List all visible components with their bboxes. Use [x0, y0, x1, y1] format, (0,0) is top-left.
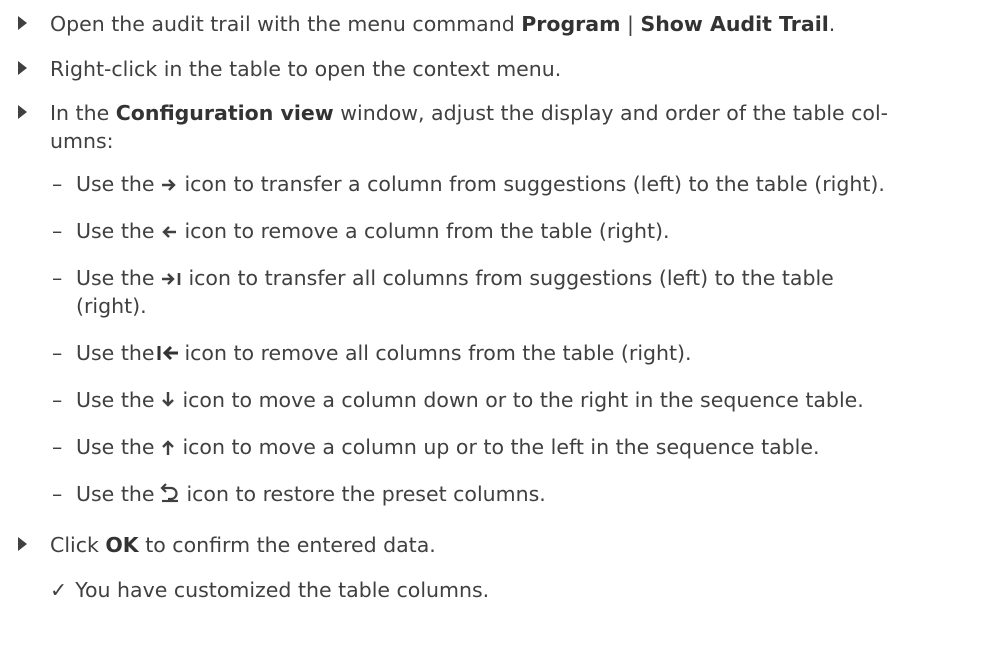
step-text: Right-click in the table to open the con… [50, 57, 562, 81]
substep-pre: Use the [76, 482, 155, 506]
substep-pre: Use the [76, 388, 155, 412]
arrow-right-icon [160, 177, 178, 193]
substep-pre: Use the [76, 219, 155, 243]
dash-marker: – [52, 341, 63, 365]
configuration-view-label: Configuration view [115, 101, 334, 125]
menu-program: Program [521, 12, 621, 36]
substep-pre: Use the [76, 435, 155, 459]
checkmark-icon: ✓ [50, 578, 68, 602]
arrow-right-bar-icon [160, 271, 182, 287]
dash-marker: – [52, 435, 63, 459]
substep-pre: Use the [76, 172, 155, 196]
step-text-pre: In the [50, 101, 116, 125]
arrow-left-icon [160, 224, 178, 240]
result-line: ✓ You have customized the table columns. [50, 576, 985, 604]
step-text-post: to confirm the entered data. [138, 533, 436, 557]
substep-post: icon to transfer all columns from sugges… [188, 266, 834, 290]
arrow-up-icon [160, 438, 176, 456]
substep-post: icon to transfer a column from suggestio… [184, 172, 885, 196]
ok-label: OK [105, 533, 139, 557]
dash-marker: – [52, 266, 63, 290]
substep-post: icon to move a column up or to the left … [182, 435, 820, 459]
dash-marker: – [52, 388, 63, 412]
dash-marker: – [52, 219, 63, 243]
menu-show-audit-trail: Show Audit Trail [640, 12, 829, 36]
dash-marker: – [52, 172, 63, 196]
step-text-post: window, adjust the display and order of … [333, 101, 889, 125]
step-text-post: . [828, 12, 836, 36]
substep-post: icon to remove a column from the table (… [184, 219, 670, 243]
substep-text: Use the icon to remove all columns from t… [76, 339, 987, 367]
substep-line2: (right). [76, 294, 147, 318]
arrow-down-icon [160, 391, 176, 409]
step-text-line2: umns: [50, 129, 114, 153]
substep-text: Use the icon to restore the preset column… [76, 480, 987, 508]
substep-post: icon to restore the preset columns. [186, 482, 546, 506]
instruction-page: Open the audit trail with the menu comma… [0, 0, 995, 668]
substep-text: Use the icon to transfer all columns from… [76, 264, 987, 320]
step-text: In the Configuration view window, adjust… [50, 99, 985, 155]
step-bullet-icon [18, 61, 27, 75]
bar-arrow-left-icon [156, 344, 180, 362]
substep-text: Use the icon to transfer a column from su… [76, 170, 987, 198]
result-text: You have customized the table columns. [75, 578, 490, 602]
substep-post: icon to remove all columns from the tabl… [184, 341, 692, 365]
substep-text: Use the icon to move a column up or to th… [76, 433, 987, 461]
menu-separator: | [620, 12, 641, 36]
dash-marker: – [52, 482, 63, 506]
step-bullet-icon [18, 105, 27, 119]
step-text-pre: Open the audit trail with the menu comma… [50, 12, 522, 36]
step-text-pre: Click [50, 533, 106, 557]
restore-icon [160, 481, 180, 503]
substep-pre: Use the [76, 341, 155, 365]
step-text: Open the audit trail with the menu comma… [50, 10, 985, 38]
substep-pre: Use the [76, 266, 155, 290]
step-bullet-icon [18, 537, 27, 551]
substep-post: icon to move a column down or to the rig… [182, 388, 864, 412]
substep-text: Use the icon to move a column down or to … [76, 386, 987, 414]
substep-text: Use the icon to remove a column from the … [76, 217, 987, 245]
step-text: Click OK to confirm the entered data. [50, 531, 985, 559]
step-bullet-icon [18, 16, 27, 30]
